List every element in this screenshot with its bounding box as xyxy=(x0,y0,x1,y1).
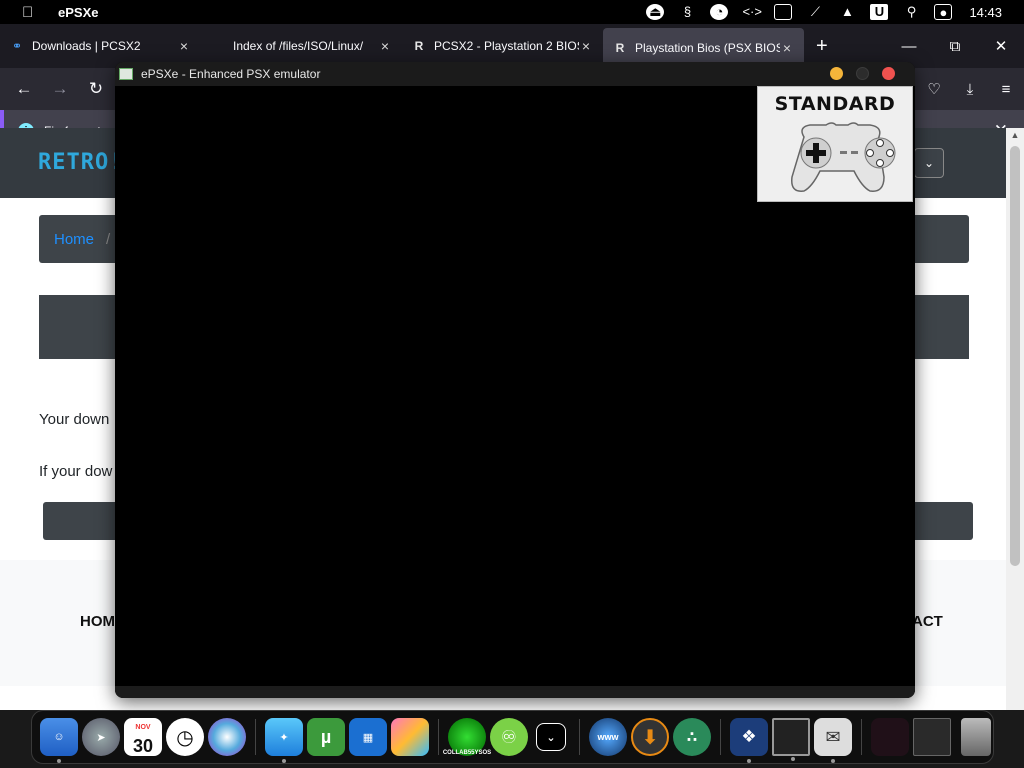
chevron-down-icon[interactable]: ⌄ xyxy=(536,723,566,751)
menu-bar:  ePSXe ⏏ § ◔ <·> ⟋ ▲ U ⚲ ● 14:43 xyxy=(0,0,1024,24)
clock-icon[interactable]: ◷ xyxy=(166,718,204,756)
calendar-icon[interactable]: NOV 30 xyxy=(124,718,162,756)
epsxe-window: ePSXe - Enhanced PSX emulator STANDARD xyxy=(115,62,915,698)
finder-icon[interactable]: ☺ xyxy=(40,718,78,763)
calendar-day: 30 xyxy=(132,736,154,756)
traffic-lights xyxy=(817,67,895,80)
scroll-thumb[interactable] xyxy=(1010,146,1020,566)
breadcrumb-home-link[interactable]: Home xyxy=(54,231,94,248)
epsxe-status-strip xyxy=(115,686,915,698)
search-icon[interactable]: ⚲ xyxy=(902,4,920,20)
reload-icon[interactable]: ↻ xyxy=(78,79,114,99)
photos-icon[interactable] xyxy=(391,718,429,756)
close-window-icon[interactable]: ✕ xyxy=(978,37,1024,55)
dock-separator xyxy=(438,719,439,755)
dock-separator xyxy=(861,719,862,755)
terminal-window-icon[interactable] xyxy=(772,718,810,761)
controller-overlay: STANDARD xyxy=(757,86,913,202)
script-icon[interactable]: § xyxy=(678,4,696,20)
restore-icon[interactable]: ⧉ xyxy=(932,38,978,55)
globe-www-icon[interactable]: www xyxy=(589,718,627,756)
status-tray: ⏏ § ◔ <·> ⟋ ▲ U ⚲ ● 14:43 xyxy=(639,0,1024,24)
monitor-icon[interactable] xyxy=(774,4,793,20)
toolbar-right: ♡ ⤓ ≡ xyxy=(916,68,1024,110)
pcsx2-icon[interactable]: ❖ xyxy=(730,718,768,763)
eject-icon[interactable]: ⏏ xyxy=(646,4,665,20)
site-logo[interactable]: RETRO! xyxy=(38,150,123,175)
recent-screen-thumbnail[interactable] xyxy=(913,718,951,756)
new-tab-button[interactable]: + xyxy=(816,35,836,58)
back-arrow-icon[interactable]: ← xyxy=(6,79,42,99)
pcsx2-favicon-icon: ⚭ xyxy=(11,39,23,53)
download-icon[interactable]: ⤓ xyxy=(952,81,988,98)
u-app-icon[interactable]: U xyxy=(870,4,889,20)
dock-separator xyxy=(255,719,256,755)
close-button[interactable] xyxy=(882,67,895,80)
chevron-down-icon[interactable]: ⌄ xyxy=(914,148,944,178)
close-tab-icon[interactable]: × xyxy=(579,38,593,54)
pocket-icon[interactable]: ♡ xyxy=(916,80,952,98)
tab-title: Playstation Bios (PSX BIOS) xyxy=(635,41,780,55)
breadcrumb-separator: / xyxy=(106,231,111,248)
code-icon[interactable]: <·> xyxy=(742,4,762,20)
download-arrow-icon[interactable]: ⬇ xyxy=(631,718,669,756)
download-paragraph: Your down xyxy=(39,411,110,428)
collabsysos-icon[interactable]: COLLAB55YSOS xyxy=(443,718,491,756)
seed-drops-icon[interactable]: ∴ xyxy=(673,718,711,756)
gamepad-icon[interactable]: ✉ xyxy=(814,718,852,763)
menu-clock[interactable]: 14:43 xyxy=(969,5,1002,20)
footer-contact-link[interactable]: ACT xyxy=(912,613,943,630)
recent-window-thumbnail[interactable] xyxy=(871,718,909,756)
close-tab-icon[interactable]: × xyxy=(780,40,794,56)
epsxe-app-icon xyxy=(119,68,133,80)
close-tab-icon[interactable]: × xyxy=(378,38,392,54)
fallback-paragraph: If your dow xyxy=(39,463,113,480)
r-favicon-icon: R xyxy=(414,39,424,53)
dock-separator xyxy=(720,719,721,755)
siri-icon[interactable] xyxy=(208,718,246,756)
epsxe-window-title: ePSXe - Enhanced PSX emulator xyxy=(141,67,321,81)
dock-separator xyxy=(579,719,580,755)
mute-icon[interactable]: ⟋ xyxy=(806,4,824,20)
upload-icon[interactable]: ▲ xyxy=(838,4,856,20)
parallels-icon[interactable]: ▦ xyxy=(349,718,387,756)
maximize-button[interactable] xyxy=(856,67,869,80)
calendar-month: NOV xyxy=(135,724,151,731)
link-chain-icon[interactable]: ♾ xyxy=(490,718,528,756)
trash-icon[interactable] xyxy=(961,718,991,756)
forward-arrow-icon[interactable]: → xyxy=(42,79,78,99)
minimize-button[interactable] xyxy=(830,67,843,80)
hamburger-menu-icon[interactable]: ≡ xyxy=(988,81,1024,98)
dock: ☺ ➤ NOV 30 ◷ ✦ µ ▦ COLLAB55YSOS ♾ ⌄ www … xyxy=(31,710,994,764)
safari-compass-icon[interactable]: ✦ xyxy=(265,718,303,763)
apple-logo-icon[interactable]:  xyxy=(22,4,36,21)
close-tab-icon[interactable]: × xyxy=(177,38,191,54)
gamepad-icon xyxy=(791,122,896,192)
scroll-up-icon[interactable]: ▲ xyxy=(1006,130,1024,140)
epsxe-title-bar[interactable]: ePSXe - Enhanced PSX emulator xyxy=(115,62,915,86)
minimize-icon[interactable]: — xyxy=(886,38,932,55)
r-favicon-icon: R xyxy=(615,41,625,55)
blank-favicon-icon xyxy=(211,39,225,53)
tab-title: Index of /files/ISO/Linux/ xyxy=(233,39,364,53)
pie-chart-icon[interactable]: ◔ xyxy=(710,4,729,20)
footer-home-link[interactable]: HOM xyxy=(80,613,115,630)
utorrent-icon[interactable]: µ xyxy=(307,718,345,756)
launchpad-rocket-icon[interactable]: ➤ xyxy=(82,718,120,756)
tab-title: Downloads | PCSX2 xyxy=(32,39,141,53)
page-scrollbar[interactable]: ▲ xyxy=(1006,128,1024,710)
active-app-name[interactable]: ePSXe xyxy=(58,5,98,20)
collab-label: COLLAB55YSOS xyxy=(442,750,492,756)
tab-title: PCSX2 - Playstation 2 BIOS xyxy=(434,39,579,53)
control-center-icon[interactable]: ● xyxy=(934,4,953,20)
